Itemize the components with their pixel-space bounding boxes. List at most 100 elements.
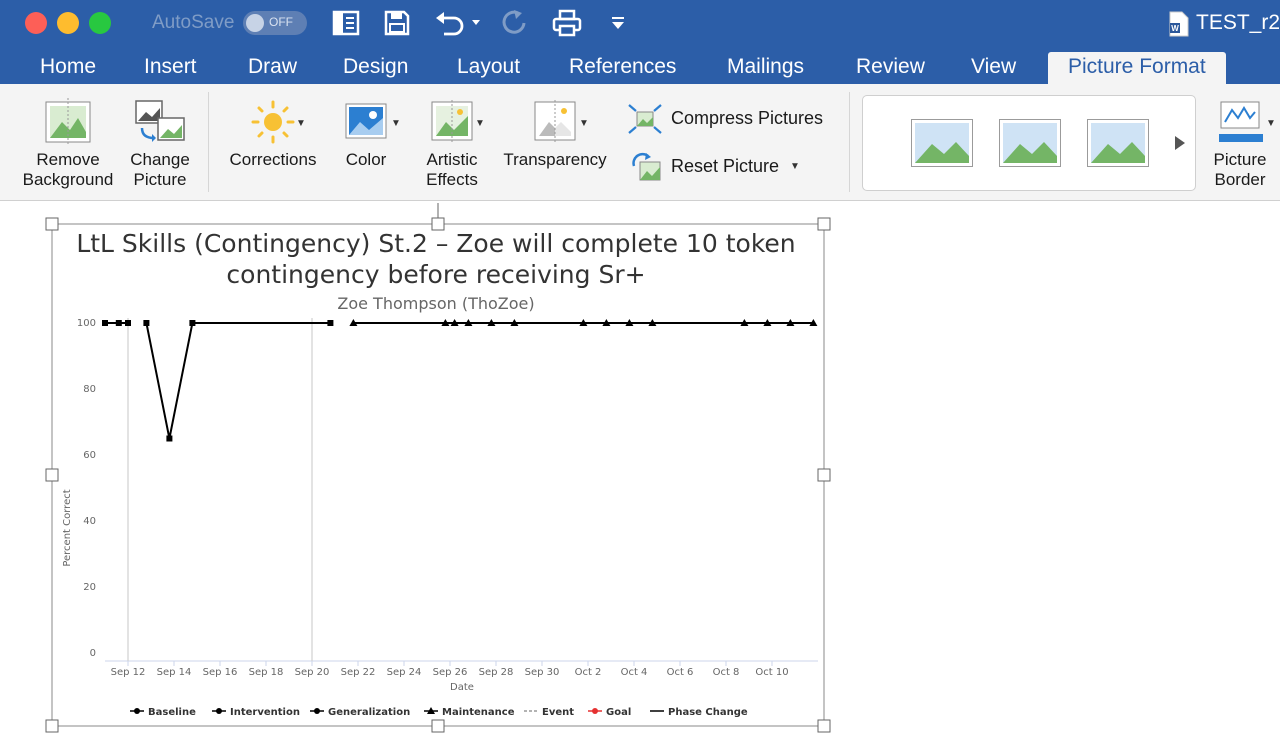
word-document-icon: W bbox=[1169, 11, 1189, 37]
artistic-effects-label-2: Effects bbox=[426, 170, 478, 189]
picture-border-icon bbox=[1219, 101, 1263, 142]
corrections-dropdown-icon[interactable]: ▼ bbox=[296, 118, 306, 129]
reset-picture-dropdown-icon[interactable]: ▼ bbox=[790, 161, 800, 172]
data-point-square bbox=[143, 320, 150, 326]
zoom-icon[interactable] bbox=[89, 12, 111, 34]
svg-text:W: W bbox=[1171, 24, 1179, 33]
picture-style-thumbnail[interactable] bbox=[1087, 119, 1149, 167]
data-point-square bbox=[189, 320, 196, 326]
artistic-effects-dropdown-icon[interactable]: ▼ bbox=[475, 118, 485, 129]
x-tick-label: Sep 30 bbox=[525, 667, 560, 678]
legend-item-label: Event bbox=[542, 707, 574, 718]
y-tick-label: 0 bbox=[90, 648, 96, 659]
chart-legend: Baseline Intervention Generalization Mainte… bbox=[130, 707, 748, 718]
resize-handle[interactable] bbox=[45, 217, 59, 231]
series-line bbox=[145, 322, 331, 439]
transparency-dropdown-icon[interactable]: ▼ bbox=[579, 118, 589, 129]
picture-style-thumbnail[interactable] bbox=[911, 119, 973, 167]
x-tick-label: Sep 26 bbox=[433, 667, 468, 678]
compress-pictures-button[interactable]: Compress Pictures bbox=[628, 104, 823, 134]
chart-subtitle: Zoe Thompson (ThoZoe) bbox=[337, 294, 534, 313]
autosave-toggle[interactable]: OFF bbox=[243, 11, 307, 35]
x-tick-label: Sep 24 bbox=[387, 667, 422, 678]
chart: LtL Skills (Contingency) St.2 – Zoe will… bbox=[62, 229, 818, 718]
x-axis-label: Date bbox=[450, 682, 474, 693]
title-bar: AutoSave OFF W TEST_r2 bbox=[0, 0, 1280, 46]
tab-insert[interactable]: Insert bbox=[142, 52, 199, 84]
picture-border-label-2: Border bbox=[1214, 170, 1266, 189]
picture-style-thumbnail[interactable] bbox=[999, 119, 1061, 167]
sidebar-icon[interactable] bbox=[332, 10, 360, 36]
customize-toolbar-icon[interactable] bbox=[610, 15, 626, 31]
x-tick-label: Sep 20 bbox=[295, 667, 330, 678]
y-tick-label: 60 bbox=[83, 450, 96, 461]
legend-item-label: Generalization bbox=[328, 707, 410, 718]
x-tick-label: Sep 14 bbox=[157, 667, 192, 678]
x-tick-label: Oct 10 bbox=[755, 667, 788, 678]
minimize-icon[interactable] bbox=[57, 12, 79, 34]
change-picture-button[interactable]: Change Picture bbox=[122, 98, 198, 190]
ribbon-picture-format: Remove Background Change Picture Correct… bbox=[0, 84, 1280, 201]
resize-handle[interactable] bbox=[817, 217, 831, 231]
tab-mailings[interactable]: Mailings bbox=[725, 52, 806, 84]
resize-handle[interactable] bbox=[431, 217, 445, 231]
resize-handle[interactable] bbox=[817, 468, 831, 482]
x-tick-label: Oct 2 bbox=[575, 667, 602, 678]
artistic-effects-icon bbox=[431, 100, 473, 142]
picture-border-dropdown-icon[interactable]: ▼ bbox=[1266, 118, 1276, 129]
color-dropdown-icon[interactable]: ▼ bbox=[391, 118, 401, 129]
close-icon[interactable] bbox=[25, 12, 47, 34]
legend-item-label: Baseline bbox=[148, 707, 196, 718]
color-button[interactable]: Color bbox=[332, 98, 400, 170]
legend-marker-circle bbox=[592, 708, 598, 714]
legend-marker-circle bbox=[314, 708, 320, 714]
tab-layout[interactable]: Layout bbox=[455, 52, 522, 84]
gallery-next-icon[interactable] bbox=[1173, 135, 1187, 151]
data-point-square bbox=[115, 320, 122, 326]
y-tick-label: 100 bbox=[77, 318, 96, 329]
tab-home[interactable]: Home bbox=[38, 52, 98, 84]
color-label: Color bbox=[345, 150, 387, 169]
document-title: TEST_r2 bbox=[1196, 11, 1280, 34]
remove-background-button[interactable]: Remove Background bbox=[12, 98, 124, 190]
tab-review[interactable]: Review bbox=[854, 52, 927, 84]
tab-view[interactable]: View bbox=[969, 52, 1018, 84]
y-tick-label: 80 bbox=[83, 384, 96, 395]
undo-icon[interactable] bbox=[434, 10, 482, 36]
y-tick-label: 40 bbox=[83, 516, 96, 527]
print-icon[interactable] bbox=[552, 9, 582, 37]
x-tick-label: Oct 8 bbox=[713, 667, 740, 678]
x-tick-label: Sep 12 bbox=[111, 667, 146, 678]
tab-references[interactable]: References bbox=[567, 52, 678, 84]
corrections-button[interactable]: Corrections bbox=[220, 98, 326, 170]
save-icon[interactable] bbox=[384, 10, 410, 36]
resize-handle[interactable] bbox=[45, 719, 59, 733]
tab-design[interactable]: Design bbox=[341, 52, 410, 84]
remove-background-label-2: Background bbox=[22, 170, 114, 189]
chart-picture[interactable]: LtL Skills (Contingency) St.2 – Zoe will… bbox=[0, 201, 1280, 741]
toggle-knob bbox=[246, 14, 264, 32]
remove-background-label-1: Remove bbox=[36, 150, 100, 169]
resize-handle[interactable] bbox=[45, 468, 59, 482]
picture-styles-gallery bbox=[862, 95, 1196, 191]
redo-icon[interactable] bbox=[502, 9, 528, 37]
document-canvas: LtL Skills (Contingency) St.2 – Zoe will… bbox=[0, 201, 1280, 741]
legend-marker-circle bbox=[134, 708, 140, 714]
picture-border-button[interactable]: Picture Border bbox=[1204, 98, 1276, 190]
artistic-effects-button[interactable]: Artistic Effects bbox=[412, 98, 492, 190]
transparency-button[interactable]: Transparency bbox=[498, 98, 612, 170]
change-picture-label-2: Picture bbox=[133, 170, 187, 189]
transparency-icon bbox=[534, 100, 576, 142]
data-point-square bbox=[125, 320, 131, 326]
artistic-effects-label-1: Artistic bbox=[426, 150, 478, 169]
tab-picture-format[interactable]: Picture Format bbox=[1048, 52, 1226, 84]
ribbon-separator bbox=[849, 92, 850, 192]
reset-picture-button[interactable]: Reset Picture bbox=[630, 152, 779, 182]
sun-icon bbox=[251, 100, 295, 144]
x-tick-label: Oct 4 bbox=[621, 667, 648, 678]
change-picture-label-1: Change bbox=[130, 150, 190, 169]
legend-item-label: Intervention bbox=[230, 707, 300, 718]
resize-handle[interactable] bbox=[817, 719, 831, 733]
resize-handle[interactable] bbox=[431, 719, 445, 733]
tab-draw[interactable]: Draw bbox=[246, 52, 299, 84]
